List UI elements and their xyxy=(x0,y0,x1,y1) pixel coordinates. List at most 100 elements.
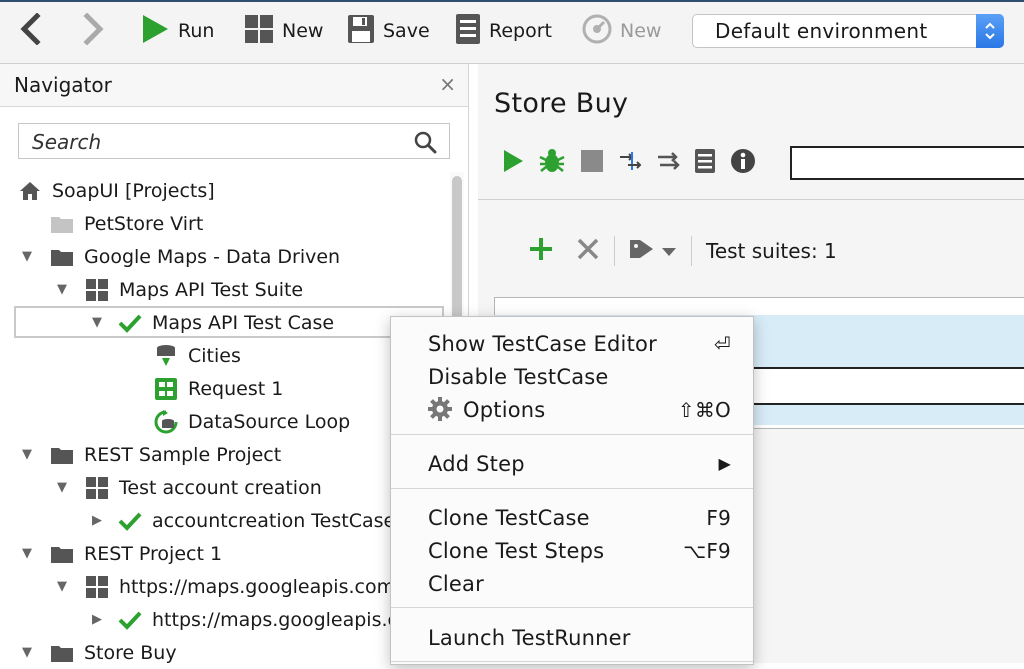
new-disabled-button[interactable]: New xyxy=(582,13,661,49)
expand-arrow-icon[interactable]: ▼ xyxy=(18,438,36,471)
test-suites-bar: Test suites: 1 xyxy=(528,234,837,268)
report-button[interactable]: Report xyxy=(455,13,552,49)
menu-item-label: Launch TestRunner xyxy=(428,625,631,650)
tree-item-google-maps[interactable]: Google Maps - Data Driven xyxy=(50,240,340,273)
main-toolbar: Run New Save Report New Default environm… xyxy=(0,0,1024,64)
tree-item-label: Test account creation xyxy=(119,476,322,499)
new-button[interactable]: New xyxy=(244,13,323,49)
gear-icon xyxy=(427,396,453,427)
menu-item-options[interactable]: Options ⇧⌘O xyxy=(391,393,753,426)
folder-icon xyxy=(50,443,74,467)
test-suite-icon xyxy=(85,575,109,599)
expand-arrow-icon[interactable]: ▼ xyxy=(18,537,36,570)
menu-item-label: Options xyxy=(463,397,546,422)
expand-arrow-icon[interactable]: ▼ xyxy=(53,471,71,504)
menu-item-clone-test-steps[interactable]: Clone Test Steps ⌥F9 xyxy=(391,534,753,567)
collapse-arrow-icon[interactable]: ▶ xyxy=(88,504,106,537)
tree-item-test-account-creation[interactable]: Test account creation xyxy=(85,471,322,504)
menu-item-shortcut: ⌥F9 xyxy=(683,538,731,563)
step-into-icon[interactable] xyxy=(618,149,642,177)
tree-item-label: https://maps.googleapis.com xyxy=(119,575,396,598)
tree-item-label: DataSource Loop xyxy=(188,410,351,433)
tree-item-soapui-projects[interactable]: SoapUI [Projects] xyxy=(18,174,215,207)
tree-item-petstore-virt[interactable]: PetStore Virt xyxy=(50,207,203,240)
expand-arrow-icon[interactable]: ▼ xyxy=(18,636,36,669)
report-label: Report xyxy=(489,20,552,42)
tag-icon[interactable] xyxy=(629,238,655,265)
datasource-loop-icon xyxy=(154,409,178,434)
menu-item-label: Show TestCase Editor xyxy=(428,331,657,356)
search-box xyxy=(18,123,450,159)
tree-item-maps-api-test-case[interactable]: Maps API Test Case xyxy=(118,306,334,339)
tree-item-label: Cities xyxy=(188,344,241,367)
menu-separator xyxy=(391,661,753,662)
tree-item-maps-googleapis-suite[interactable]: https://maps.googleapis.com xyxy=(85,570,395,603)
select-arrows-icon xyxy=(976,14,1004,48)
navigator-title: Navigator xyxy=(14,73,112,97)
menu-item-label: Clone TestCase xyxy=(428,505,590,530)
forward-button[interactable] xyxy=(78,11,108,49)
tree-item-rest-sample-project[interactable]: REST Sample Project xyxy=(50,438,281,471)
collapse-arrow-icon[interactable]: ▶ xyxy=(88,603,106,636)
environment-select[interactable]: Default environment xyxy=(692,14,1004,48)
menu-item-label: Add Step xyxy=(428,451,525,476)
tree-item-maps-api-test-suite[interactable]: Maps API Test Suite xyxy=(85,273,303,306)
add-icon[interactable] xyxy=(528,236,554,267)
list-icon[interactable] xyxy=(694,148,716,178)
back-button[interactable] xyxy=(16,11,46,49)
stop-icon[interactable] xyxy=(580,149,604,177)
tree-item-cities[interactable]: Cities xyxy=(154,339,241,372)
tree-item-request-1[interactable]: Request 1 xyxy=(154,372,283,405)
run-button[interactable]: Run xyxy=(140,13,214,49)
play-icon[interactable] xyxy=(502,149,524,177)
new-disabled-label: New xyxy=(620,20,662,42)
report-icon xyxy=(455,13,481,50)
menu-item-show-testcase-editor[interactable]: Show TestCase Editor ⏎ xyxy=(391,327,753,360)
menu-item-disable-testcase[interactable]: Disable TestCase xyxy=(391,360,753,393)
delete-icon[interactable] xyxy=(576,237,600,266)
expand-arrow-icon[interactable]: ▼ xyxy=(18,240,36,273)
tree-item-label: https://maps.googleapis.com xyxy=(152,608,429,631)
menu-item-clone-testcase[interactable]: Clone TestCase F9 xyxy=(391,501,753,534)
page-title: Store Buy xyxy=(494,88,629,119)
info-icon[interactable] xyxy=(730,148,756,178)
test-suite-icon xyxy=(85,476,109,500)
chevron-down-icon[interactable] xyxy=(661,239,677,263)
menu-item-launch-testrunner[interactable]: Launch TestRunner xyxy=(391,621,753,654)
tree-item-label: Maps API Test Suite xyxy=(119,278,304,301)
folder-icon xyxy=(50,641,74,665)
tree-item-accountcreation-testcase[interactable]: accountcreation TestCase xyxy=(118,504,395,537)
toolbar-search-field[interactable] xyxy=(790,146,1024,180)
exchange-icon[interactable] xyxy=(656,149,680,177)
menu-item-add-step[interactable]: Add Step ▶ xyxy=(391,447,753,480)
menu-item-clear[interactable]: Clear xyxy=(391,567,753,600)
menu-item-shortcut: F9 xyxy=(706,505,731,530)
search-input[interactable] xyxy=(30,129,394,155)
save-label: Save xyxy=(383,20,430,42)
menu-item-label: Clear xyxy=(428,571,484,596)
search-icon[interactable] xyxy=(413,130,437,158)
tree-item-maps-googleapis-case[interactable]: https://maps.googleapis.com xyxy=(118,603,428,636)
expand-arrow-icon[interactable]: ▼ xyxy=(88,306,106,339)
toolbar-separator xyxy=(614,236,615,266)
menu-item-label: Disable TestCase xyxy=(428,364,609,389)
expand-arrow-icon[interactable]: ▼ xyxy=(53,273,71,306)
menu-item-shortcut: ⇧⌘O xyxy=(677,397,731,422)
gauge-icon xyxy=(582,14,612,49)
tree-item-store-buy[interactable]: Store Buy xyxy=(50,636,177,669)
context-menu: Show TestCase Editor ⏎ Disable TestCase … xyxy=(390,316,754,665)
save-button[interactable]: Save xyxy=(347,13,430,49)
close-icon[interactable]: × xyxy=(439,72,456,96)
menu-item-label: Clone Test Steps xyxy=(428,538,605,563)
folder-icon xyxy=(50,542,74,566)
expand-arrow-icon[interactable]: ▼ xyxy=(53,570,71,603)
window-top-border xyxy=(0,0,1024,2)
folder-icon xyxy=(50,212,74,236)
tree-item-rest-project-1[interactable]: REST Project 1 xyxy=(50,537,222,570)
bug-icon[interactable] xyxy=(538,148,566,178)
tree-item-datasource-loop[interactable]: DataSource Loop xyxy=(154,405,350,438)
menu-separator xyxy=(391,488,753,489)
test-suite-icon xyxy=(85,278,109,302)
tree-item-label: PetStore Virt xyxy=(84,212,204,235)
tree-item-label: Google Maps - Data Driven xyxy=(84,245,341,268)
